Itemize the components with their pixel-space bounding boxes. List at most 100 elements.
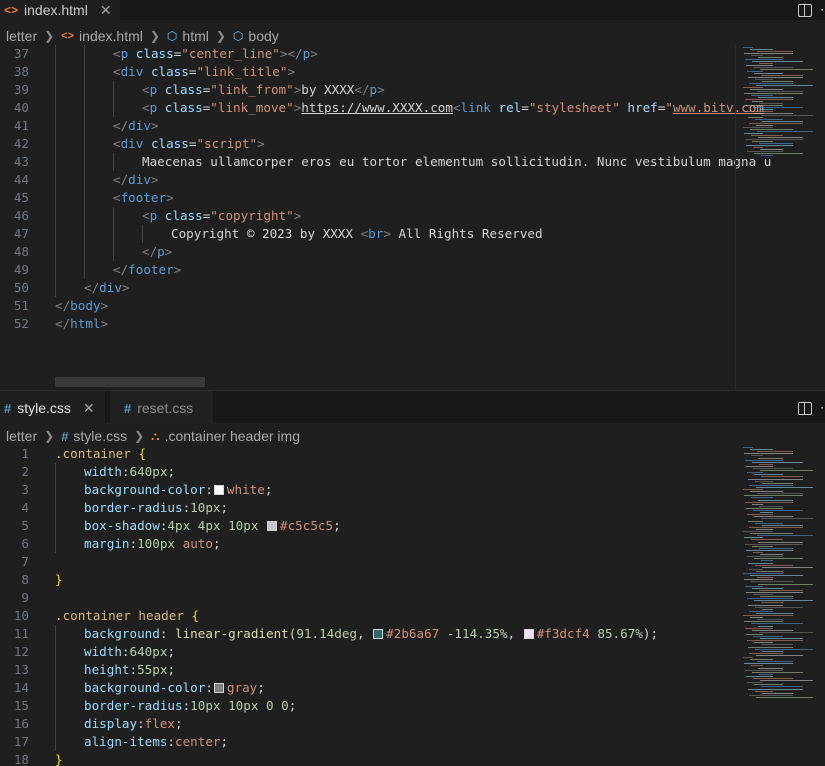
indent-guide [113,81,114,99]
minimap-line [750,491,783,493]
code-token: > [173,262,182,277]
minimap-line [747,472,763,474]
code-line[interactable]: 41 </div> [0,117,740,135]
tab-reset-css[interactable]: # reset.css [110,391,214,425]
code-token: "script" [196,136,258,151]
minimap-line [754,600,813,602]
code-line[interactable]: 43 Maecenas ullamcorper eros eu tortor el… [0,153,771,171]
code-line[interactable]: 18} [0,751,740,766]
color-swatch[interactable] [213,683,224,693]
line-number: 9 [21,590,29,605]
minimap-line [751,665,763,667]
minimap-line [758,457,783,459]
indent-guide [55,279,56,297]
breadcrumb-item-selector[interactable]: .container header img [165,428,300,444]
tab-index-html[interactable]: <> index.html ✕ [0,0,120,20]
code-text: <p class="center_line"></p> [113,45,318,63]
code-line[interactable]: 38 <div class="link_title"> [0,63,740,81]
indent-guide [55,189,56,207]
minimap-line [752,61,803,62]
code-line[interactable]: 6 margin:100px auto; [0,535,740,553]
code-line[interactable]: 12 width:640px; [0,643,740,661]
breadcrumb-item-html[interactable]: html [182,28,208,44]
breadcrumb-item-file[interactable]: index.html [79,28,143,44]
breadcrumb-item-body[interactable]: body [248,28,278,44]
code-line[interactable]: 13 height:55px; [0,661,740,679]
code-token: body [70,298,101,313]
close-icon[interactable]: ✕ [100,2,112,19]
minimap-line [759,547,793,549]
code-line[interactable]: 48 </p> [0,243,740,261]
code-line[interactable]: 16 display:flex; [0,715,740,733]
code-line[interactable]: 49 </footer> [0,261,740,279]
code-line[interactable]: 44 </div> [0,171,740,189]
close-icon[interactable]: ✕ [83,400,95,417]
editor-actions: ⋯ [798,391,825,425]
indent-guide [55,715,56,733]
breadcrumb-item-folder[interactable]: letter [6,428,37,444]
code-line[interactable]: 37 <p class="center_line"></p> [0,45,740,63]
indent-guide [84,225,85,243]
code-line[interactable]: 46 <p class="copyright"> [0,207,740,225]
code-line[interactable]: 2 width:640px; [0,463,740,481]
code-line[interactable]: 50 </div> [0,279,740,297]
minimap-line [760,109,773,110]
code-token: class [164,82,203,97]
minimap-line [749,123,803,124]
code-line[interactable]: 7 [0,553,740,571]
chevron-right-icon: ❯ [44,429,55,443]
code-token: "stylesheet" [528,100,620,115]
color-swatch[interactable] [523,629,534,639]
minimap-line [743,615,793,616]
code-line[interactable]: 15 border-radius:10px 10px 0 0; [0,697,740,715]
code-line[interactable]: 52 </html> [0,315,740,333]
line-number: 3 [21,482,29,497]
code-line[interactable]: 8} [0,571,740,589]
code-token: : [129,536,138,551]
code-line[interactable]: 1 .container { [0,445,740,463]
code-line[interactable]: 9 [0,589,740,607]
code-token: linear-gradient [175,626,289,641]
code-line[interactable]: 10 .container header { [0,607,740,625]
code-line[interactable]: 47 Copyright © 2023 by XXXX <br> All Righ… [0,225,740,243]
code-line[interactable]: 45 <footer> [0,189,740,207]
minimap-line [753,510,803,511]
minimap-line [753,147,763,148]
code-line[interactable]: 39 <p class="link_from">by XXXX</p> [0,81,740,99]
css-editor[interactable]: 1 .container {2 width:640px; 3 background-co… [0,445,825,766]
more-actions-icon[interactable]: ⋯ [820,2,825,18]
code-line[interactable]: 17 align-items:center; [0,733,740,751]
html-minimap[interactable] [735,45,825,390]
code-line[interactable]: 4 border-radius:10px; [0,499,740,517]
code-line[interactable]: 51 </body> [0,297,740,315]
code-line[interactable]: 5 box-shadow:4px 4px 10px #c5c5c5; [0,517,740,535]
horizontal-scrollbar[interactable] [55,377,205,387]
split-editor-icon[interactable] [798,401,812,415]
indent-guide [55,661,56,679]
tab-style-css[interactable]: # style.css ✕ [0,391,105,425]
code-token: ); [642,626,659,641]
code-token: " [665,100,673,115]
minimap-line [754,153,803,154]
code-line[interactable]: 42 <div class="script"> [0,135,740,153]
code-line[interactable]: 14 background-color: gray; [0,679,740,697]
code-line[interactable]: 40 <p class="link_move">https://www.XXXX.… [0,99,764,117]
code-text: background-color: gray; [84,679,265,697]
breadcrumb-item-file[interactable]: style.css [73,428,127,444]
more-actions-icon[interactable]: ⋯ [820,400,825,416]
color-swatch[interactable] [213,485,224,495]
color-swatch[interactable] [373,629,384,639]
minimap-line [752,461,803,463]
code-token: > [150,118,159,133]
code-token: All Rights Reserved [390,226,543,241]
code-line[interactable]: 11 background: linear-gradient(91.14deg, … [0,625,740,643]
color-swatch[interactable] [267,521,278,531]
indent-guide [55,697,56,715]
line-number: 16 [13,716,29,731]
breadcrumb-item-folder[interactable]: letter [6,28,37,44]
split-editor-icon[interactable] [798,3,812,17]
css-minimap[interactable] [735,445,825,766]
html-editor[interactable]: 37 <p class="center_line"></p> 38 <div clas… [0,45,825,390]
code-line[interactable]: 3 background-color: white; [0,481,740,499]
